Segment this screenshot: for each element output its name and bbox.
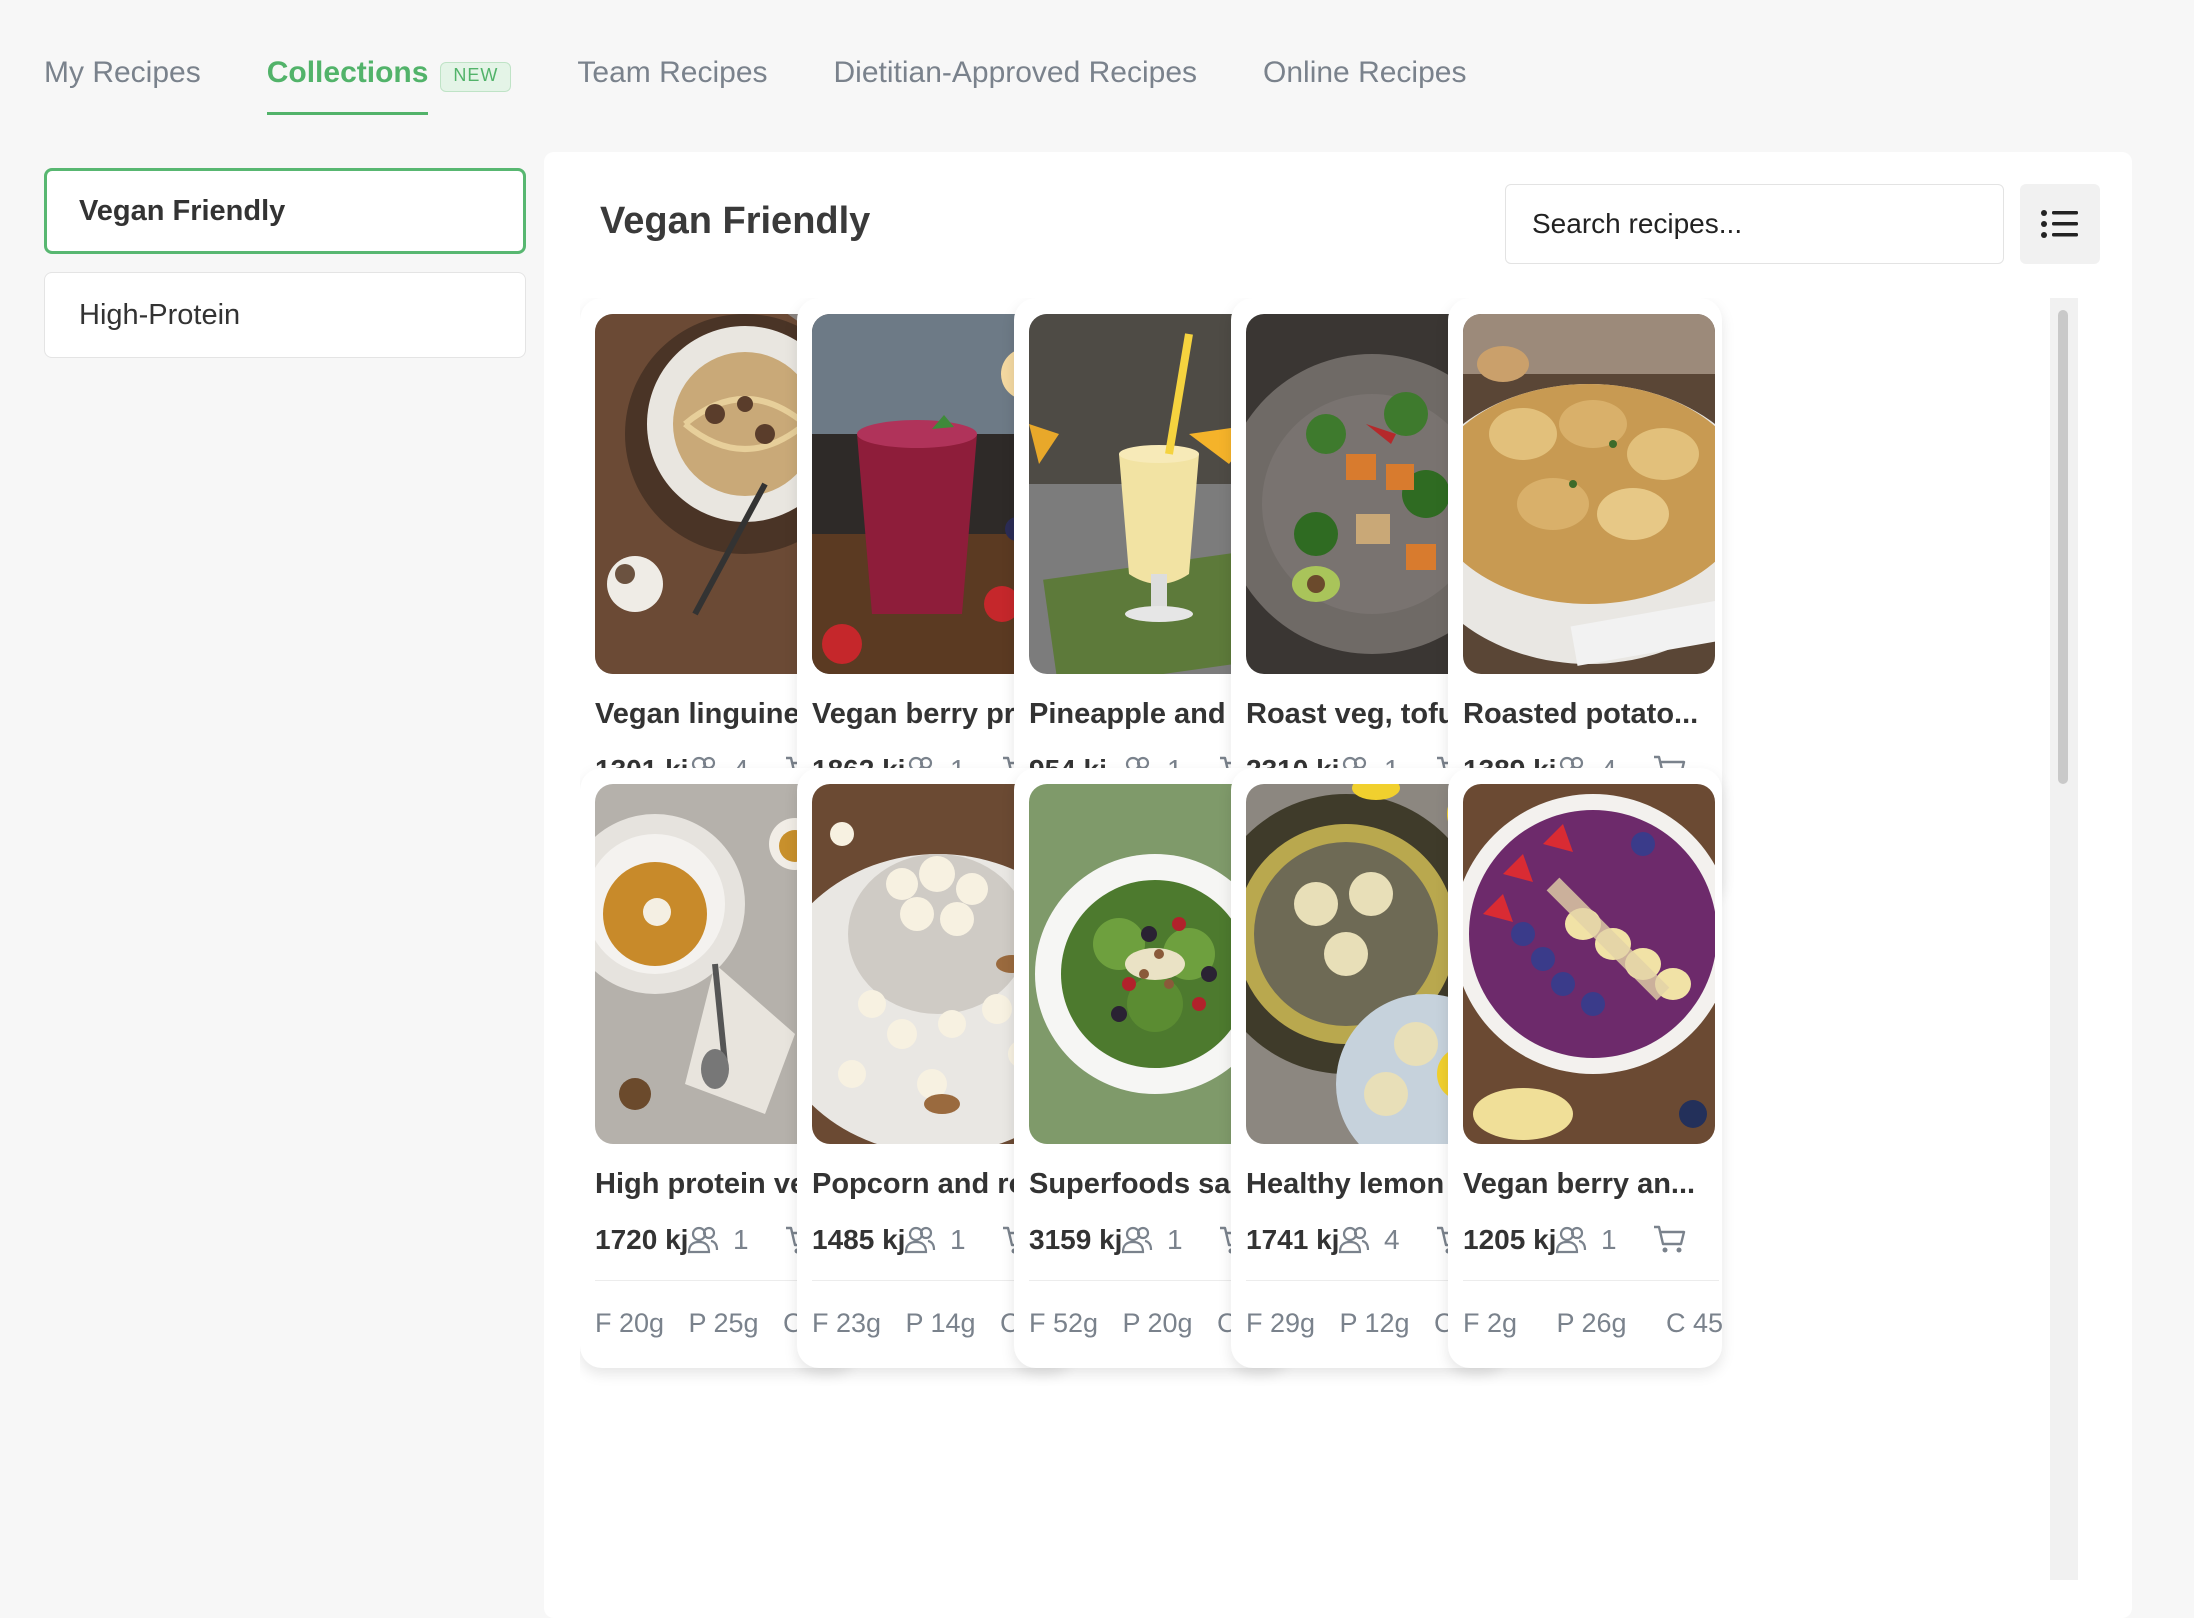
recipe-name: Roasted potato... bbox=[1463, 698, 1699, 730]
serves-count: 1 bbox=[733, 1224, 749, 1255]
cart-icon bbox=[1654, 1225, 1686, 1253]
recipe-image bbox=[1463, 314, 1715, 674]
sidebar-item-high-protein[interactable]: High-Protein bbox=[44, 272, 526, 358]
recipe-name: Vegan berry an... bbox=[1463, 1168, 1696, 1200]
protein: P 14g bbox=[905, 1308, 976, 1338]
people-icon bbox=[687, 1226, 719, 1254]
serves: 1 bbox=[1555, 1224, 1617, 1256]
fat: F 20g bbox=[595, 1308, 665, 1338]
list-view-button[interactable] bbox=[2020, 184, 2100, 264]
serves-count: 1 bbox=[950, 1224, 966, 1255]
protein: P 12g bbox=[1339, 1308, 1410, 1338]
list-icon bbox=[2041, 210, 2078, 238]
recipe-grid: Vegan linguine ...1301 kj46F 8gP 9gC 50g… bbox=[580, 298, 2094, 1618]
scrollbar-thumb[interactable] bbox=[2058, 310, 2068, 784]
recipe-stats: 1205 kj 1 bbox=[1463, 1224, 1719, 1264]
tab-label: Online Recipes bbox=[1263, 56, 1467, 89]
tab-label: Team Recipes bbox=[577, 56, 768, 89]
fat: F 29g bbox=[1246, 1308, 1316, 1338]
tab-online-recipes[interactable]: Online Recipes bbox=[1263, 50, 1466, 120]
tab-dietitian-approved-recipes[interactable]: Dietitian-Approved Recipes bbox=[834, 50, 1198, 120]
tab-team-recipes[interactable]: Team Recipes bbox=[577, 50, 767, 120]
recipe-energy: 1741 kj bbox=[1246, 1224, 1340, 1255]
recipe-macros: F 2g P 26g C 45 bbox=[1463, 1308, 1722, 1339]
recipe-image bbox=[1463, 784, 1715, 1144]
divider bbox=[1463, 1280, 1719, 1281]
serves-count: 1 bbox=[1167, 1224, 1183, 1255]
search-input[interactable] bbox=[1505, 184, 2004, 264]
serves-count: 1 bbox=[1601, 1224, 1617, 1255]
protein: P 20g bbox=[1122, 1308, 1193, 1338]
serves: 1 bbox=[1121, 1224, 1183, 1256]
page-title: Vegan Friendly bbox=[600, 200, 871, 242]
fat: F 52g bbox=[1029, 1308, 1099, 1338]
serves: 1 bbox=[904, 1224, 966, 1256]
recipe-energy: 1485 kj bbox=[812, 1224, 906, 1255]
tab-label: Dietitian-Approved Recipes bbox=[833, 56, 1198, 89]
recipe-energy: 3159 kj bbox=[1029, 1224, 1123, 1255]
fat: F 23g bbox=[812, 1308, 882, 1338]
serves: 1 bbox=[687, 1224, 749, 1256]
collection-panel: Vegan Friendly Vegan linguine ...1301 kj… bbox=[544, 152, 2132, 1618]
serves-count: 4 bbox=[1384, 1224, 1400, 1255]
tab-collections[interactable]: Collections NEW bbox=[266, 50, 512, 120]
protein: P 26g bbox=[1556, 1308, 1627, 1338]
new-badge: NEW bbox=[440, 62, 512, 92]
people-icon bbox=[1121, 1226, 1153, 1254]
collections-sidebar: Vegan Friendly High-Protein bbox=[44, 168, 526, 376]
carbs: C 45 bbox=[1665, 1308, 1722, 1338]
tab-label: My Recipes bbox=[44, 56, 201, 89]
fat: F 2g bbox=[1463, 1308, 1518, 1338]
protein: P 25g bbox=[688, 1308, 759, 1338]
people-icon bbox=[1338, 1226, 1370, 1254]
top-tabs: My Recipes Collections NEW Team Recipes D… bbox=[44, 50, 1532, 122]
recipe-energy: 1205 kj bbox=[1463, 1224, 1557, 1255]
tab-my-recipes[interactable]: My Recipes bbox=[44, 50, 201, 120]
tab-label: Collections bbox=[266, 56, 429, 115]
recipe-card[interactable]: Vegan berry an... 1205 kj 1 F 2g P 26g C 45 bbox=[1448, 768, 1722, 1368]
ingredients bbox=[1653, 1224, 1701, 1254]
people-icon bbox=[1555, 1226, 1587, 1254]
serves: 4 bbox=[1338, 1224, 1400, 1256]
people-icon bbox=[904, 1226, 936, 1254]
recipe-energy: 1720 kj bbox=[595, 1224, 689, 1255]
sidebar-item-vegan-friendly[interactable]: Vegan Friendly bbox=[44, 168, 526, 254]
